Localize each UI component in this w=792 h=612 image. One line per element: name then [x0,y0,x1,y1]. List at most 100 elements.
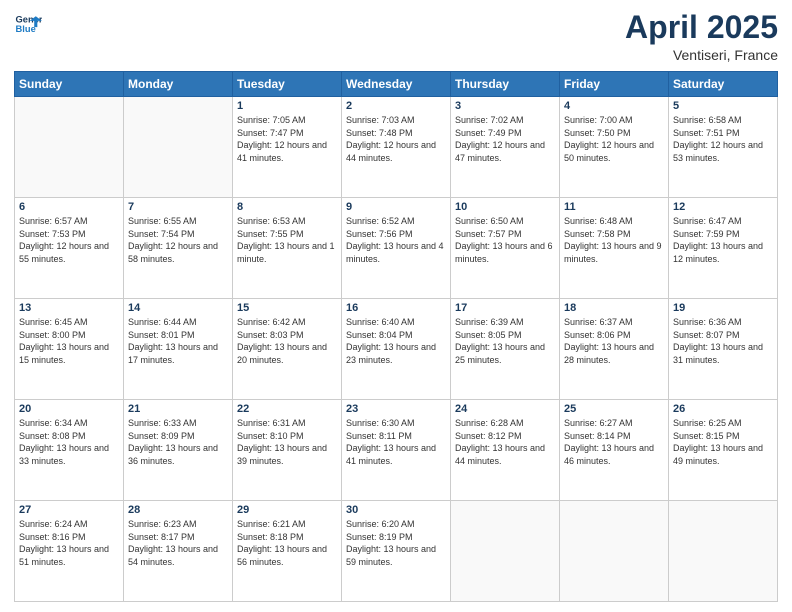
day-info: Sunrise: 7:00 AM Sunset: 7:50 PM Dayligh… [564,114,664,164]
day-number: 28 [128,504,228,516]
day-info: Sunrise: 6:20 AM Sunset: 8:19 PM Dayligh… [346,518,446,568]
table-row [669,501,778,602]
calendar-week-row: 27Sunrise: 6:24 AM Sunset: 8:16 PM Dayli… [15,501,778,602]
table-row: 11 Sunrise: 6:48 AM Sunset: 7:58 PM Dayli… [560,198,669,299]
calendar-week-row: 13Sunrise: 6:45 AM Sunset: 8:00 PM Dayli… [15,299,778,400]
table-row: 19 Sunrise: 6:36 AM Sunset: 8:07 PM Dayli… [669,299,778,400]
day-number: 5 [673,100,773,112]
day-info: Sunrise: 6:47 AM Sunset: 7:59 PM Dayligh… [673,215,773,265]
day-info: Sunrise: 6:42 AM Sunset: 8:03 PM Dayligh… [237,316,337,366]
day-number: 29 [237,504,337,516]
day-info: Sunrise: 6:21 AM Sunset: 8:18 PM Dayligh… [237,518,337,568]
day-info: Sunrise: 6:24 AM Sunset: 8:16 PM Dayligh… [19,518,119,568]
table-row: 29 Sunrise: 6:21 AM Sunset: 8:18 PM Dayli… [233,501,342,602]
day-info: Sunrise: 6:50 AM Sunset: 7:57 PM Dayligh… [455,215,555,265]
table-row: 15 Sunrise: 6:42 AM Sunset: 8:03 PM Dayli… [233,299,342,400]
day-number: 11 [564,201,664,213]
table-row: 10 Sunrise: 6:50 AM Sunset: 7:57 PM Dayli… [451,198,560,299]
table-row [15,97,124,198]
day-number: 23 [346,403,446,415]
day-info: Sunrise: 6:39 AM Sunset: 8:05 PM Dayligh… [455,316,555,366]
table-row: 17Sunrise: 6:39 AM Sunset: 8:05 PM Dayli… [451,299,560,400]
day-info: Sunrise: 6:36 AM Sunset: 8:07 PM Dayligh… [673,316,773,366]
svg-text:Blue: Blue [16,24,36,34]
col-sunday: Sunday [15,72,124,97]
calendar-week-row: 1 Sunrise: 7:05 AM Sunset: 7:47 PM Daylig… [15,97,778,198]
day-number: 6 [19,201,119,213]
calendar-week-row: 6 Sunrise: 6:57 AM Sunset: 7:53 PM Daylig… [15,198,778,299]
day-number: 26 [673,403,773,415]
table-row: 6 Sunrise: 6:57 AM Sunset: 7:53 PM Daylig… [15,198,124,299]
day-info: Sunrise: 6:25 AM Sunset: 8:15 PM Dayligh… [673,417,773,467]
day-info: Sunrise: 6:37 AM Sunset: 8:06 PM Dayligh… [564,316,664,366]
month-title: April 2025 [625,10,778,45]
logo-icon: General Blue [14,10,42,38]
day-number: 24 [455,403,555,415]
table-row: 16 Sunrise: 6:40 AM Sunset: 8:04 PM Dayli… [342,299,451,400]
table-row: 18 Sunrise: 6:37 AM Sunset: 8:06 PM Dayli… [560,299,669,400]
table-row: 8Sunrise: 6:53 AM Sunset: 7:55 PM Daylig… [233,198,342,299]
table-row: 26 Sunrise: 6:25 AM Sunset: 8:15 PM Dayli… [669,400,778,501]
day-number: 16 [346,302,446,314]
day-number: 12 [673,201,773,213]
table-row: 5 Sunrise: 6:58 AM Sunset: 7:51 PM Daylig… [669,97,778,198]
day-info: Sunrise: 7:03 AM Sunset: 7:48 PM Dayligh… [346,114,446,164]
day-info: Sunrise: 6:31 AM Sunset: 8:10 PM Dayligh… [237,417,337,467]
day-number: 19 [673,302,773,314]
day-info: Sunrise: 7:05 AM Sunset: 7:47 PM Dayligh… [237,114,337,164]
table-row: 7 Sunrise: 6:55 AM Sunset: 7:54 PM Daylig… [124,198,233,299]
day-info: Sunrise: 6:48 AM Sunset: 7:58 PM Dayligh… [564,215,664,265]
day-info: Sunrise: 6:57 AM Sunset: 7:53 PM Dayligh… [19,215,119,265]
header: General Blue April 2025 Ventiseri, Franc… [14,10,778,63]
day-info: Sunrise: 6:28 AM Sunset: 8:12 PM Dayligh… [455,417,555,467]
table-row: 24 Sunrise: 6:28 AM Sunset: 8:12 PM Dayli… [451,400,560,501]
table-row: 12 Sunrise: 6:47 AM Sunset: 7:59 PM Dayli… [669,198,778,299]
day-info: Sunrise: 6:27 AM Sunset: 8:14 PM Dayligh… [564,417,664,467]
table-row: 28 Sunrise: 6:23 AM Sunset: 8:17 PM Dayli… [124,501,233,602]
col-friday: Friday [560,72,669,97]
day-info: Sunrise: 6:40 AM Sunset: 8:04 PM Dayligh… [346,316,446,366]
day-number: 15 [237,302,337,314]
table-row: 14 Sunrise: 6:44 AM Sunset: 8:01 PM Dayli… [124,299,233,400]
table-row: 4 Sunrise: 7:00 AM Sunset: 7:50 PM Daylig… [560,97,669,198]
day-number: 4 [564,100,664,112]
table-row: 23Sunrise: 6:30 AM Sunset: 8:11 PM Dayli… [342,400,451,501]
day-number: 1 [237,100,337,112]
col-thursday: Thursday [451,72,560,97]
day-info: Sunrise: 7:02 AM Sunset: 7:49 PM Dayligh… [455,114,555,164]
day-info: Sunrise: 6:58 AM Sunset: 7:51 PM Dayligh… [673,114,773,164]
day-number: 2 [346,100,446,112]
location: Ventiseri, France [625,47,778,63]
day-info: Sunrise: 6:44 AM Sunset: 8:01 PM Dayligh… [128,316,228,366]
table-row: 27Sunrise: 6:24 AM Sunset: 8:16 PM Dayli… [15,501,124,602]
day-info: Sunrise: 6:55 AM Sunset: 7:54 PM Dayligh… [128,215,228,265]
day-number: 30 [346,504,446,516]
day-info: Sunrise: 6:45 AM Sunset: 8:00 PM Dayligh… [19,316,119,366]
table-row: 1 Sunrise: 7:05 AM Sunset: 7:47 PM Daylig… [233,97,342,198]
day-number: 10 [455,201,555,213]
table-row: 2 Sunrise: 7:03 AM Sunset: 7:48 PM Daylig… [342,97,451,198]
table-row: 25Sunrise: 6:27 AM Sunset: 8:14 PM Dayli… [560,400,669,501]
day-info: Sunrise: 6:23 AM Sunset: 8:17 PM Dayligh… [128,518,228,568]
day-number: 14 [128,302,228,314]
table-row: 22 Sunrise: 6:31 AM Sunset: 8:10 PM Dayli… [233,400,342,501]
col-monday: Monday [124,72,233,97]
calendar-header-row: Sunday Monday Tuesday Wednesday Thursday… [15,72,778,97]
day-number: 22 [237,403,337,415]
table-row: 3Sunrise: 7:02 AM Sunset: 7:49 PM Daylig… [451,97,560,198]
table-row: 20Sunrise: 6:34 AM Sunset: 8:08 PM Dayli… [15,400,124,501]
calendar-week-row: 20Sunrise: 6:34 AM Sunset: 8:08 PM Dayli… [15,400,778,501]
day-number: 7 [128,201,228,213]
table-row: 13Sunrise: 6:45 AM Sunset: 8:00 PM Dayli… [15,299,124,400]
table-row [124,97,233,198]
col-tuesday: Tuesday [233,72,342,97]
table-row [560,501,669,602]
page: General Blue April 2025 Ventiseri, Franc… [0,0,792,612]
calendar: Sunday Monday Tuesday Wednesday Thursday… [14,71,778,602]
col-wednesday: Wednesday [342,72,451,97]
day-number: 9 [346,201,446,213]
table-row: 9Sunrise: 6:52 AM Sunset: 7:56 PM Daylig… [342,198,451,299]
table-row: 21Sunrise: 6:33 AM Sunset: 8:09 PM Dayli… [124,400,233,501]
day-info: Sunrise: 6:34 AM Sunset: 8:08 PM Dayligh… [19,417,119,467]
day-number: 18 [564,302,664,314]
